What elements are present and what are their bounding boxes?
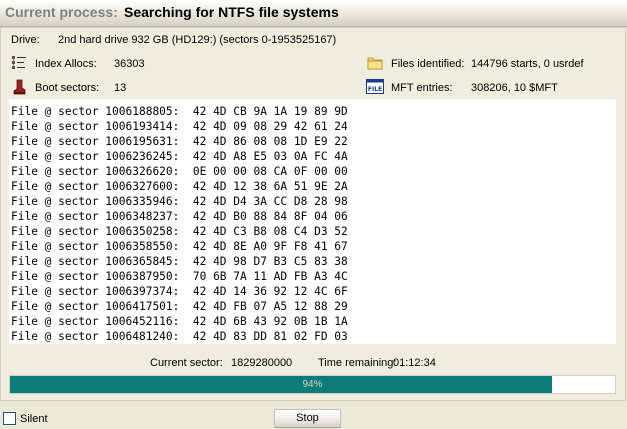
files-identified-label: Files identified: [391, 58, 465, 70]
log-line: File @ sector 1006326620: 0E 00 00 08 CA… [11, 165, 348, 178]
log-line: File @ sector 1006481240: 42 4D 83 DD 81… [11, 330, 348, 343]
mft-entries-label: MFT entries: [391, 82, 453, 94]
mft-entries-value: 308206, 10 $MFT [471, 82, 558, 94]
svg-text:FILE: FILE [368, 86, 382, 93]
log-line: File @ sector 1006365845: 42 4D 98 D7 B3… [11, 255, 348, 268]
index-alloc-icon [11, 55, 27, 74]
silent-label: Silent [20, 413, 48, 425]
log-line: File @ sector 1006350258: 42 4D C3 B8 08… [11, 225, 348, 238]
time-remaining-label: Time remaining: [318, 357, 397, 369]
log-line: File @ sector 1006387950: 70 6B 7A 11 AD… [11, 270, 348, 283]
log-line: File @ sector 1006236245: 42 4D A8 E5 03… [11, 150, 348, 163]
found-files-log[interactable]: File @ sector 1006188805: 42 4D CB 9A 1A… [9, 99, 616, 344]
log-line: File @ sector 1006335946: 42 4D D4 3A CC… [11, 195, 348, 208]
current-sector-label: Current sector: [150, 357, 223, 369]
process-header: Current process: Searching for NTFS file… [0, 0, 627, 27]
log-line: File @ sector 1006397374: 42 4D 14 36 92… [11, 285, 348, 298]
progress-percent: 94% [302, 379, 323, 390]
log-line: File @ sector 1006358550: 42 4D 8E A0 9F… [11, 240, 348, 253]
boot-sector-icon [12, 79, 26, 98]
current-process-label: Current process: [5, 4, 118, 20]
current-sector-value: 1829280000 [231, 357, 293, 369]
drive-value: 2nd hard drive 932 GB (HD129:) (sectors … [58, 34, 337, 46]
boot-sectors-label: Boot sectors: [35, 82, 100, 94]
log-line: File @ sector 1006348237: 42 4D B0 88 84… [11, 210, 348, 223]
log-line: File @ sector 1006195631: 42 4D 86 08 08… [11, 135, 348, 148]
log-line: File @ sector 1006193414: 42 4D 09 08 29… [11, 120, 348, 133]
drive-label: Drive: [11, 34, 40, 46]
file-icon: FILE [366, 79, 384, 97]
files-identified-value: 144796 starts, 0 usrdef [471, 58, 584, 70]
boot-sectors-value: 13 [114, 82, 127, 94]
index-allocs-label: Index Allocs: [35, 58, 97, 70]
log-lines: File @ sector 1006188805: 42 4D CB 9A 1A… [9, 99, 616, 344]
current-process-value: Searching for NTFS file systems [124, 4, 339, 20]
stop-button[interactable]: Stop [274, 409, 341, 428]
silent-checkbox[interactable] [3, 412, 16, 425]
index-allocs-value: 36303 [114, 58, 145, 70]
progress-bar: 94% [9, 375, 616, 394]
log-line: File @ sector 1006452116: 42 4D 6B 43 92… [11, 315, 348, 328]
log-line: File @ sector 1006417501: 42 4D FB 07 A5… [11, 300, 348, 313]
log-line: File @ sector 1006327600: 42 4D 12 38 6A… [11, 180, 348, 193]
folder-icon [367, 56, 383, 73]
log-line: File @ sector 1006188805: 42 4D CB 9A 1A… [11, 105, 348, 118]
time-remaining-value: 01:12:34 [393, 357, 436, 369]
